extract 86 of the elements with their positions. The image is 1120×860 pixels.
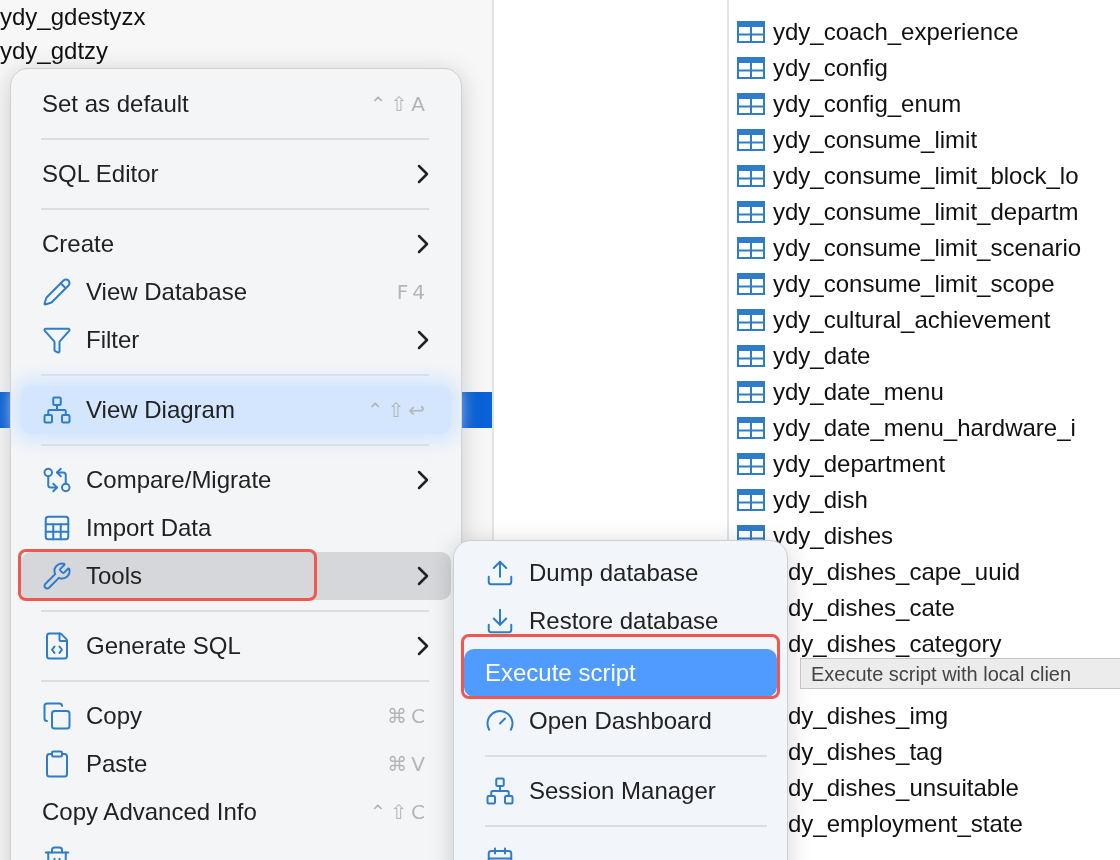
table-row[interactable]: ydy_consume_limit: [729, 122, 1120, 158]
filter-icon: [42, 325, 72, 355]
table-row[interactable]: ydy_date_menu: [729, 374, 1120, 410]
table-row[interactable]: ydy_coach_experience: [729, 14, 1120, 50]
table-row[interactable]: ydy_date: [729, 338, 1120, 374]
table-name: dy_employment_state: [788, 812, 1023, 836]
table-name: ydy_consume_limit_block_lo: [773, 161, 1079, 191]
download-icon: [485, 606, 515, 636]
menu-item[interactable]: Copy ⌘C: [21, 692, 451, 740]
table-name: ydy_cultural_achievement: [773, 305, 1051, 335]
table-icon: [737, 237, 765, 259]
table-name: dy_dishes_category: [788, 632, 1002, 656]
menu-item[interactable]: View Database F4: [21, 268, 451, 316]
table-name: ydy_config_enum: [773, 89, 962, 119]
menu-item[interactable]: Open Dashboard: [464, 697, 777, 745]
diagram-icon: [42, 395, 72, 425]
table-icon: [737, 129, 765, 151]
table-row[interactable]: ydy_date_menu_hardware_i: [729, 410, 1120, 446]
table-icon: [737, 309, 765, 331]
table-row[interactable]: ydy_consume_limit_departm: [729, 194, 1120, 230]
pencil-icon: [42, 277, 72, 307]
hierarchy-icon: [485, 776, 515, 806]
table-name: ydy_date_menu_hardware_i: [773, 413, 1076, 443]
table-row[interactable]: ydy_consume_limit_block_lo: [729, 158, 1120, 194]
shortcut: ⌘C: [387, 706, 429, 726]
shortcut: F4: [396, 282, 429, 302]
copy-icon: [42, 701, 72, 731]
upload-icon: [485, 558, 515, 588]
table-icon: [737, 201, 765, 223]
table-row[interactable]: ydy_config: [729, 50, 1120, 86]
table-name: vdy_dishes: [773, 521, 894, 551]
table-icon: [737, 417, 765, 439]
menu-item[interactable]: View Diagram ⌃⇧↩: [21, 386, 451, 434]
table-icon: [737, 21, 765, 43]
table-icon: [737, 453, 765, 475]
menu-item[interactable]: Filter: [21, 316, 451, 364]
table-name: ydy_consume_limit_scope: [773, 269, 1055, 299]
shortcut: ⌃⇧A: [369, 94, 429, 114]
table-name: ydy_department: [773, 449, 946, 479]
tree-item[interactable]: ydy_gdestyzx: [0, 0, 492, 34]
table-icon: [737, 345, 765, 367]
table-name: ydy_consume_limit_scenario: [773, 233, 1082, 263]
table-name: ydy_consume_limit: [773, 125, 978, 155]
shortcut: ⌃⇧↩: [366, 400, 429, 420]
wrench-icon: [42, 561, 72, 591]
table-icon: [737, 93, 765, 115]
table-icon: [737, 57, 765, 79]
menu-item[interactable]: SQL Editor: [21, 150, 451, 198]
table-name: dy_dishes_tag: [788, 740, 943, 764]
table-import-icon: [42, 513, 72, 543]
menu-item[interactable]: Import Data: [21, 504, 451, 552]
menu-item[interactable]: Create: [21, 220, 451, 268]
tooltip: Execute script with local clien: [800, 658, 1120, 689]
compare-icon: [42, 465, 72, 495]
table-row[interactable]: ydy_cultural_achievement: [729, 302, 1120, 338]
shortcut: ⌘V: [387, 754, 429, 774]
table-name: ydy_date: [773, 341, 871, 371]
menu-item[interactable]: Set as default ⌃⇧A: [21, 80, 451, 128]
table-name: ydy_coach_experience: [773, 17, 1019, 47]
table-name: dy_dishes_cape_uuid: [788, 560, 1021, 584]
table-row[interactable]: ydy_dish: [729, 482, 1120, 518]
menu-item[interactable]: Compare/Migrate: [21, 456, 451, 504]
table-row[interactable]: ydy_department: [729, 446, 1120, 482]
menu-item[interactable]: Paste ⌘V: [21, 740, 451, 788]
table-name: ydy_consume_limit_departm: [773, 197, 1079, 227]
table-row[interactable]: ydy_config_enum: [729, 86, 1120, 122]
shortcut: ⌃⇧C: [369, 802, 429, 822]
tree-item[interactable]: ydy_gdtzy: [0, 34, 492, 68]
table-icon: [737, 381, 765, 403]
table-name: ydy_config: [773, 53, 888, 83]
table-name: ydy_date_menu: [773, 377, 944, 407]
table-name: ydy_dish: [773, 485, 868, 515]
menu-item[interactable]: Dump database: [464, 549, 777, 597]
table-name: dy_dishes_unsuitable: [788, 776, 1019, 800]
menu-item[interactable]: Restore database: [464, 597, 777, 645]
table-icon: [737, 165, 765, 187]
menu-item[interactable]: Tools: [21, 552, 451, 600]
table-name: dy_dishes_cate: [788, 596, 955, 620]
table-icon: [737, 273, 765, 295]
menu-item[interactable]: Session Manager: [464, 767, 777, 815]
table-name: dy_dishes_img: [788, 704, 949, 728]
table-row[interactable]: ydy_consume_limit_scope: [729, 266, 1120, 302]
menu-item[interactable]: Generate SQL: [21, 622, 451, 670]
menu-item[interactable]: Copy Advanced Info ⌃⇧C: [21, 788, 451, 836]
table-icon: [737, 489, 765, 511]
table-row[interactable]: ydy_consume_limit_scenario: [729, 230, 1120, 266]
